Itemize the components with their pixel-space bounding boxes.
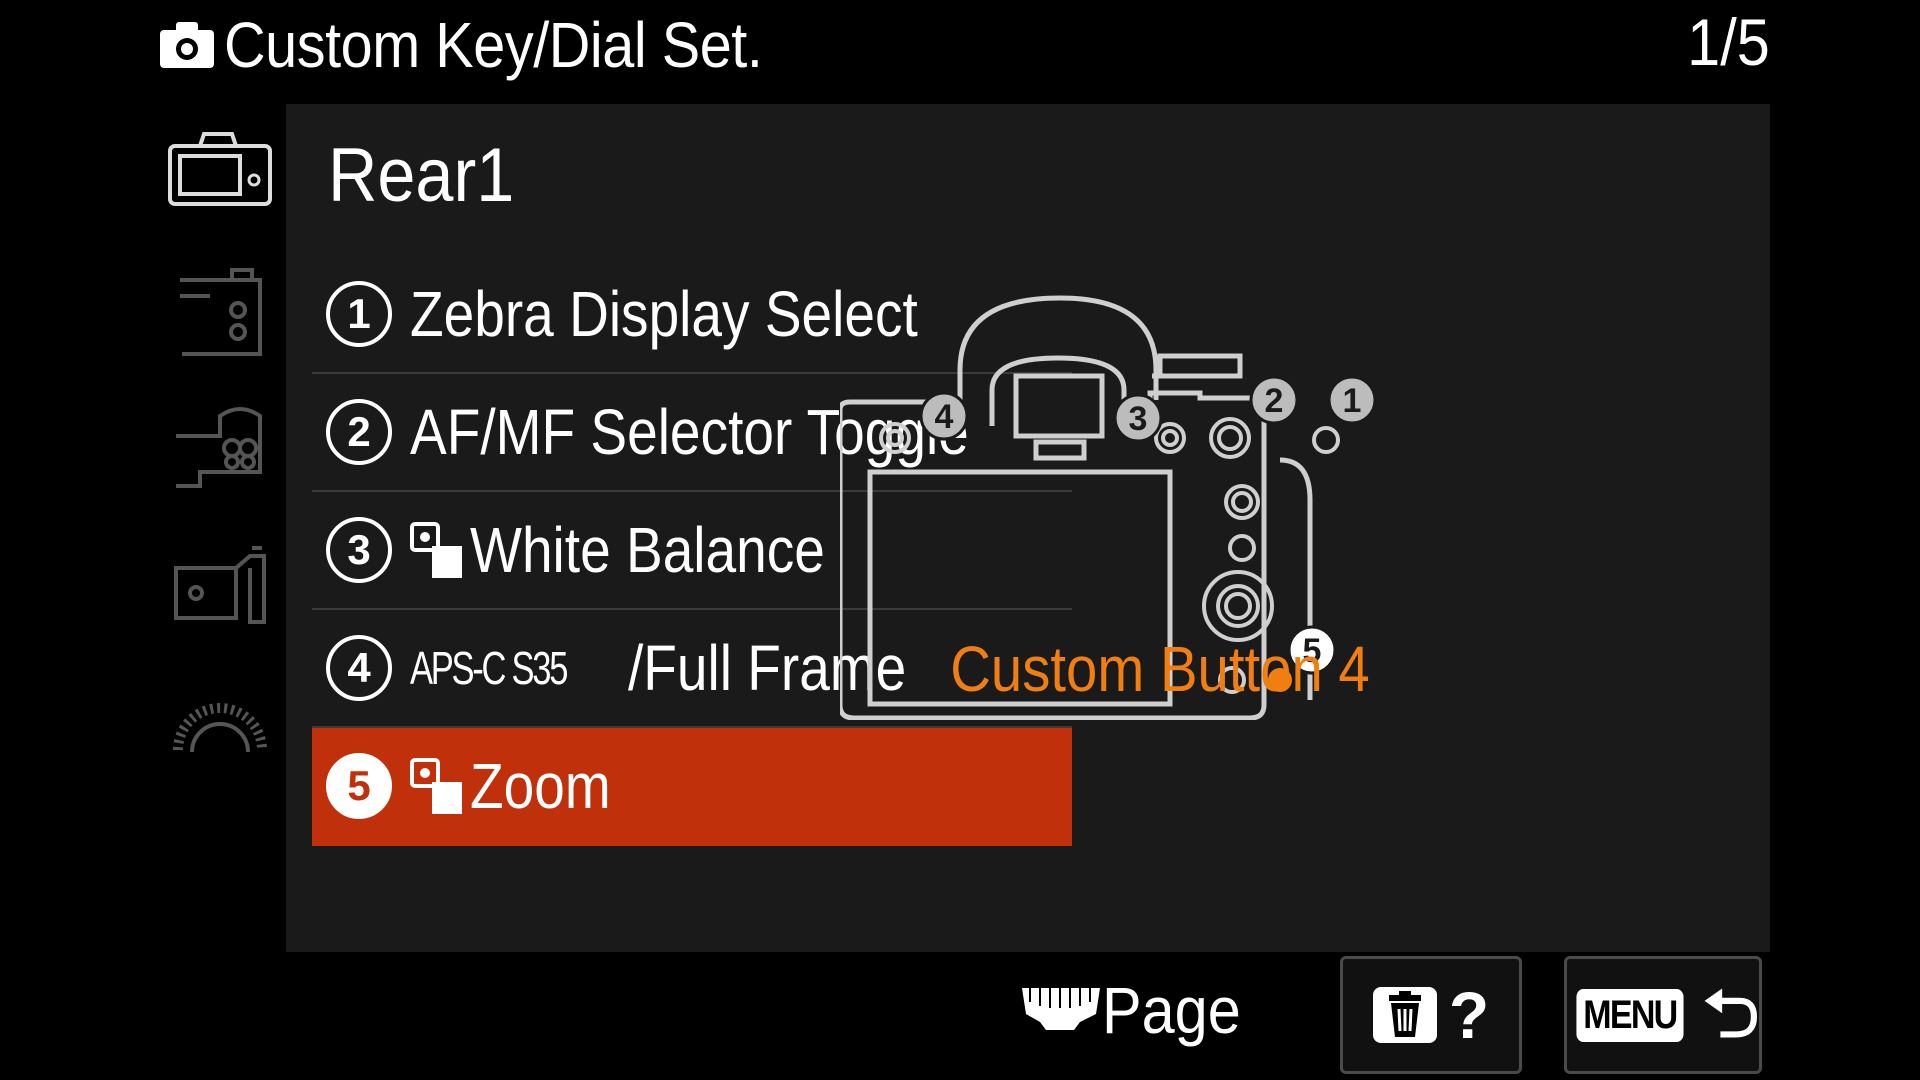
list-item-selected[interactable]: 5 Zoom: [312, 728, 1072, 846]
title-group: Custom Key/Dial Set.: [158, 8, 822, 82]
callout-4: 4: [935, 398, 954, 436]
tab-rear[interactable]: [160, 120, 280, 220]
delete-help-button[interactable]: ?: [1340, 956, 1522, 1074]
page-dial-icon: [1022, 988, 1100, 1030]
apsc-s35-label: APS-C S35: [410, 642, 568, 694]
button-caption: Custom Button 4: [950, 633, 1370, 705]
item-label: White Balance: [470, 514, 825, 586]
menu-label: MENU: [1576, 988, 1684, 1042]
page-label: Page: [1102, 973, 1241, 1047]
item-number-badge: 1: [326, 281, 392, 347]
header-bar: Custom Key/Dial Set. 1/5: [0, 0, 1920, 100]
callout-1: 1: [1343, 382, 1362, 420]
page-hint: Page: [1020, 972, 1256, 1048]
movie-still-icon: [410, 522, 462, 578]
menu-back-button[interactable]: MENU: [1564, 956, 1762, 1074]
camera-body-front-icon: [180, 268, 262, 356]
back-arrow-icon: [1704, 988, 1757, 1038]
callout-2: 2: [1265, 382, 1284, 420]
camera-lens-side-icon: [176, 407, 262, 488]
tab-front[interactable]: [160, 260, 280, 360]
help-icon: ?: [1448, 978, 1490, 1052]
camera-side-icon: [174, 546, 266, 624]
item-label: Zoom: [470, 750, 611, 822]
footer-bar: Page ? MENU: [0, 956, 1920, 1080]
page-title: Custom Key/Dial Set.: [224, 9, 763, 81]
camera-body-rear-icon: [168, 132, 272, 206]
tab-dial[interactable]: [160, 680, 280, 780]
tab-side[interactable]: [160, 538, 280, 638]
callout-3: 3: [1129, 400, 1148, 438]
item-number-badge: 3: [326, 517, 392, 583]
item-number-badge: 2: [326, 399, 392, 465]
page-indicator: 1/5: [1687, 5, 1770, 79]
item-number-badge: 4: [326, 635, 392, 701]
dial-icon: [173, 703, 267, 753]
tab-lens[interactable]: [160, 396, 280, 496]
movie-still-icon: [410, 758, 462, 814]
trash-icon: [1372, 987, 1437, 1043]
item-number-badge: 5: [326, 753, 392, 819]
section-title: Rear1: [328, 133, 515, 218]
camera-icon: [160, 22, 214, 68]
